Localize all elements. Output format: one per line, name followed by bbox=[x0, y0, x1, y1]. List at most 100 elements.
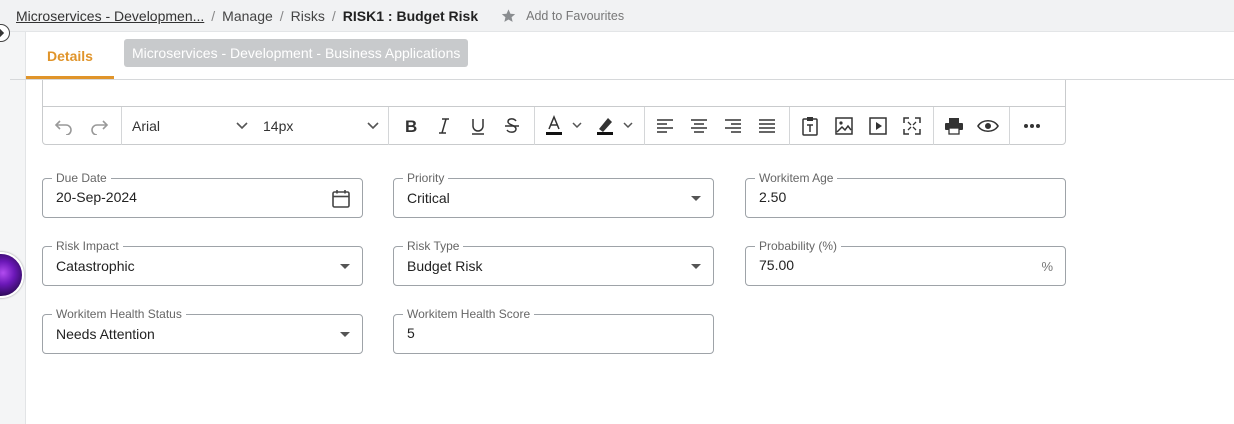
toolbar-divider bbox=[933, 107, 934, 145]
due-date-label: Due Date bbox=[52, 171, 111, 185]
align-right-icon bbox=[725, 119, 741, 133]
highlight-color-button[interactable] bbox=[593, 107, 639, 145]
svg-text:B: B bbox=[405, 117, 417, 135]
health-status-value: Needs Attention bbox=[56, 326, 155, 342]
rich-text-editor-body[interactable] bbox=[42, 80, 1066, 106]
due-date-field[interactable]: Due Date 20-Sep-2024 bbox=[42, 171, 363, 218]
underline-button[interactable] bbox=[465, 107, 491, 145]
video-icon bbox=[869, 117, 887, 135]
align-left-icon bbox=[657, 119, 673, 133]
top-bar: Microservices - Developmen... / Manage /… bbox=[0, 0, 1234, 32]
calendar-icon bbox=[332, 189, 350, 208]
page-title: RISK1 : Budget Risk bbox=[342, 8, 479, 24]
toolbar-divider bbox=[388, 107, 389, 145]
health-status-select[interactable]: Workitem Health Status Needs Attention bbox=[42, 307, 363, 354]
chevron-down-icon bbox=[367, 122, 379, 130]
toolbar-divider bbox=[1009, 107, 1010, 145]
font-family-value: Arial bbox=[132, 118, 161, 134]
bold-button[interactable]: B bbox=[398, 107, 424, 145]
undo-icon bbox=[54, 120, 72, 135]
chevron-right-icon bbox=[0, 28, 5, 38]
health-status-label: Workitem Health Status bbox=[52, 307, 186, 321]
probability-label: Probability (%) bbox=[755, 239, 842, 253]
font-size-select[interactable]: 14px bbox=[263, 107, 383, 145]
strikethrough-icon bbox=[505, 118, 519, 133]
more-options-button[interactable] bbox=[1019, 107, 1045, 145]
left-rail bbox=[0, 32, 26, 424]
risk-impact-value: Catastrophic bbox=[56, 258, 135, 274]
breadcrumb-separator: / bbox=[279, 8, 284, 24]
health-score-field[interactable]: Workitem Health Score 5 bbox=[393, 307, 714, 354]
add-to-favourites-label: Add to Favourites bbox=[526, 9, 625, 23]
dropdown-arrow-icon bbox=[691, 179, 701, 217]
breadcrumb: Microservices - Developmen... / Manage /… bbox=[16, 8, 624, 24]
risk-impact-select[interactable]: Risk Impact Catastrophic bbox=[42, 239, 363, 286]
workitem-age-value: 2.50 bbox=[759, 189, 787, 205]
insert-video-button[interactable] bbox=[865, 107, 891, 145]
align-center-icon bbox=[691, 119, 707, 133]
tab-bar: Details Microservices - Development - Bu… bbox=[26, 32, 1234, 80]
italic-button[interactable] bbox=[431, 107, 457, 145]
print-icon bbox=[945, 118, 963, 135]
breadcrumb-separator: / bbox=[211, 8, 216, 24]
risk-type-value: Budget Risk bbox=[407, 258, 483, 274]
risk-impact-label: Risk Impact bbox=[52, 239, 123, 253]
breadcrumb-risks[interactable]: Risks bbox=[291, 8, 325, 24]
bold-icon: B bbox=[405, 117, 417, 135]
priority-label: Priority bbox=[403, 171, 449, 185]
breadcrumb-project-link[interactable]: Microservices - Developmen... bbox=[16, 8, 204, 24]
fullscreen-button[interactable] bbox=[899, 107, 925, 145]
font-color-icon bbox=[546, 115, 582, 135]
toolbar-divider bbox=[789, 107, 790, 145]
strikethrough-button[interactable] bbox=[499, 107, 525, 145]
risk-type-select[interactable]: Risk Type Budget Risk bbox=[393, 239, 714, 286]
fullscreen-icon bbox=[903, 117, 921, 135]
dropdown-arrow-icon bbox=[340, 247, 350, 285]
workitem-age-field[interactable]: Workitem Age 2.50 bbox=[745, 171, 1066, 218]
toolbar-divider bbox=[644, 107, 645, 145]
context-chip: Microservices - Development - Business A… bbox=[124, 39, 469, 67]
priority-select[interactable]: Priority Critical bbox=[393, 171, 714, 218]
add-to-favourites-button[interactable]: Add to Favourites bbox=[500, 8, 624, 24]
chevron-down-icon bbox=[236, 122, 248, 130]
undo-button[interactable] bbox=[51, 107, 77, 145]
dropdown-arrow-icon bbox=[691, 247, 701, 285]
paste-text-button[interactable] bbox=[797, 107, 823, 145]
redo-icon bbox=[91, 120, 109, 135]
italic-icon bbox=[439, 118, 449, 134]
preview-button[interactable] bbox=[975, 107, 1001, 145]
breadcrumb-separator: / bbox=[331, 8, 336, 24]
align-center-button[interactable] bbox=[686, 107, 712, 145]
workitem-age-label: Workitem Age bbox=[755, 171, 838, 185]
align-right-button[interactable] bbox=[720, 107, 746, 145]
toolbar-divider bbox=[121, 107, 122, 145]
justify-button[interactable] bbox=[754, 107, 780, 145]
align-left-button[interactable] bbox=[652, 107, 678, 145]
more-icon bbox=[1024, 124, 1040, 128]
due-date-value: 20-Sep-2024 bbox=[56, 189, 137, 205]
justify-icon bbox=[759, 119, 775, 133]
calendar-button[interactable] bbox=[332, 179, 350, 217]
preview-icon bbox=[977, 119, 999, 133]
underline-icon bbox=[472, 119, 484, 135]
star-icon bbox=[501, 9, 516, 22]
breadcrumb-manage[interactable]: Manage bbox=[222, 8, 273, 24]
tab-details[interactable]: Details bbox=[26, 32, 114, 80]
probability-value: 75.00 bbox=[759, 257, 795, 273]
highlight-color-icon bbox=[597, 118, 633, 135]
paste-text-icon bbox=[802, 117, 818, 136]
image-icon bbox=[835, 117, 853, 135]
editor-toolbar: Arial 14px B bbox=[42, 106, 1066, 145]
print-button[interactable] bbox=[941, 107, 967, 145]
toolbar-divider bbox=[534, 107, 535, 145]
health-score-value: 5 bbox=[407, 325, 415, 341]
font-family-select[interactable]: Arial bbox=[132, 107, 252, 145]
font-size-value: 14px bbox=[263, 118, 294, 134]
probability-field[interactable]: Probability (%) 75.00 % bbox=[745, 239, 1066, 286]
health-score-label: Workitem Health Score bbox=[403, 307, 535, 321]
risk-type-label: Risk Type bbox=[403, 239, 464, 253]
redo-button[interactable] bbox=[86, 107, 112, 145]
font-color-button[interactable] bbox=[542, 107, 588, 145]
percent-suffix: % bbox=[1041, 258, 1053, 274]
insert-image-button[interactable] bbox=[831, 107, 857, 145]
